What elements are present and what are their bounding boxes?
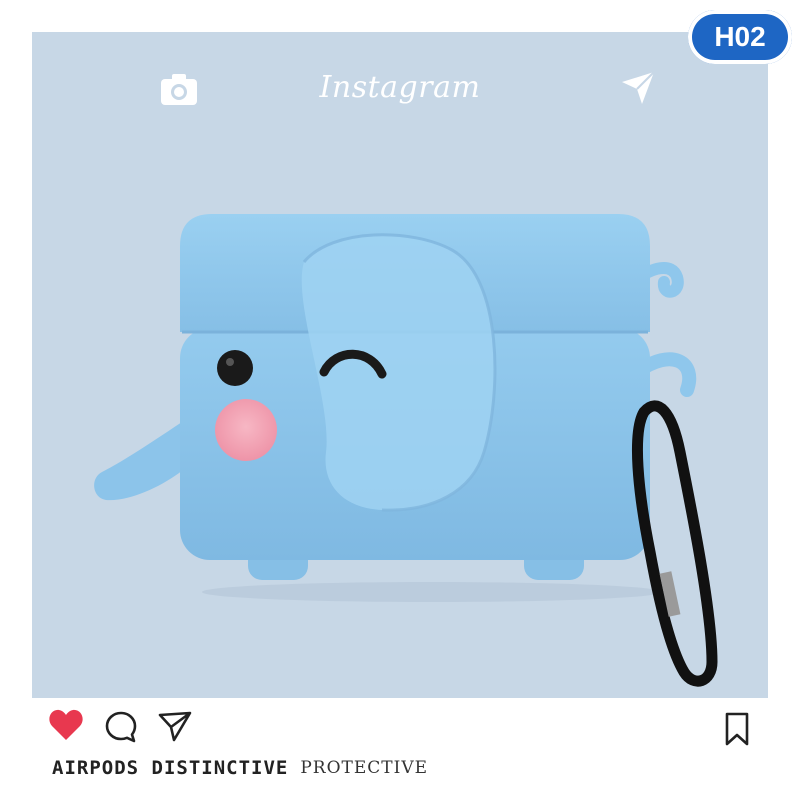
comment-icon[interactable] [104, 710, 138, 744]
model-badge: H02 [688, 10, 792, 64]
elephant-airpods-case [94, 214, 718, 687]
product-photo: Instagram [32, 32, 768, 698]
share-icon[interactable] [158, 710, 192, 742]
product-frame: Instagram H02 AIRPODS DISTINCTIVE PROTEC… [0, 0, 800, 800]
bookmark-icon[interactable] [724, 712, 750, 746]
product-caption: AIRPODS DISTINCTIVE PROTECTIVE [52, 754, 428, 782]
caption-primary: AIRPODS DISTINCTIVE [52, 757, 289, 779]
heart-icon[interactable] [48, 708, 84, 742]
caption-secondary: PROTECTIVE [300, 758, 429, 778]
